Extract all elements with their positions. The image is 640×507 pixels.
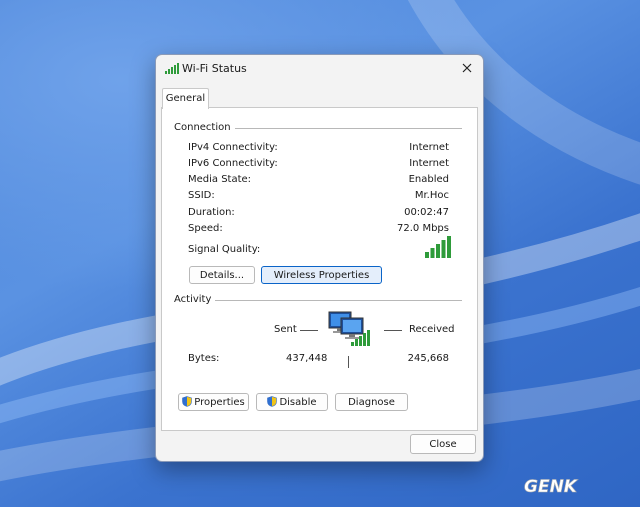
ipv6-label: IPv6 Connectivity: [188,158,278,169]
media-state-value: Enabled [408,174,449,185]
ssid-value: Mr.Hoc [414,190,449,201]
activity-separator [348,356,349,368]
bytes-received-value: 245,668 [407,353,449,364]
activity-divider [174,300,462,301]
sent-line [300,330,318,331]
signal-bar [447,236,451,258]
media-state-label: Media State: [188,174,252,185]
received-line [384,330,402,331]
signal-bar [425,252,429,258]
diagnose-button[interactable]: Diagnose [335,393,408,411]
duration-label: Duration: [188,207,235,218]
general-panel: Connection IPv4 Connectivity: Internet I… [161,107,478,431]
ssid-label: SSID: [188,190,215,201]
network-computers-icon [328,311,370,346]
connection-header: Connection [174,122,235,133]
wifi-signal-icon [165,63,179,74]
uac-shield-icon [267,395,278,407]
signal-bar [430,248,435,258]
wifi-status-dialog: Wi-Fi Status General Connection IPv4 Con… [155,54,484,462]
properties-button-label: Properties [194,397,245,408]
bytes-sent-value: 437,448 [286,353,328,364]
title-bar[interactable]: Wi-Fi Status [156,55,483,83]
signal-quality-icon [425,236,451,258]
watermark-text: GENK [524,477,579,496]
signal-bar [441,240,446,258]
properties-button[interactable]: Properties [178,393,249,411]
window-title: Wi-Fi Status [182,62,247,75]
disable-button[interactable]: Disable [256,393,328,411]
speed-value: 72.0 Mbps [397,223,449,234]
close-icon[interactable] [459,60,475,76]
signal-quality-label: Signal Quality: [188,244,261,255]
uac-shield-icon [182,395,193,407]
received-label: Received [409,324,455,335]
ipv4-label: IPv4 Connectivity: [188,142,278,153]
sent-label: Sent [274,324,297,335]
close-button[interactable]: Close [410,434,476,454]
tab-general-label: General [165,93,206,104]
wireless-properties-button[interactable]: Wireless Properties [261,266,382,284]
duration-value: 00:02:47 [404,207,449,218]
ipv6-value: Internet [409,158,449,169]
activity-header: Activity [174,294,216,305]
details-button[interactable]: Details... [189,266,255,284]
signal-bar [436,244,440,258]
ipv4-value: Internet [409,142,449,153]
speed-label: Speed: [188,223,223,234]
disable-button-label: Disable [279,397,317,408]
bytes-label: Bytes: [188,353,220,364]
genk-watermark-logo: GENK [524,477,579,496]
tab-general[interactable]: General [162,88,209,109]
